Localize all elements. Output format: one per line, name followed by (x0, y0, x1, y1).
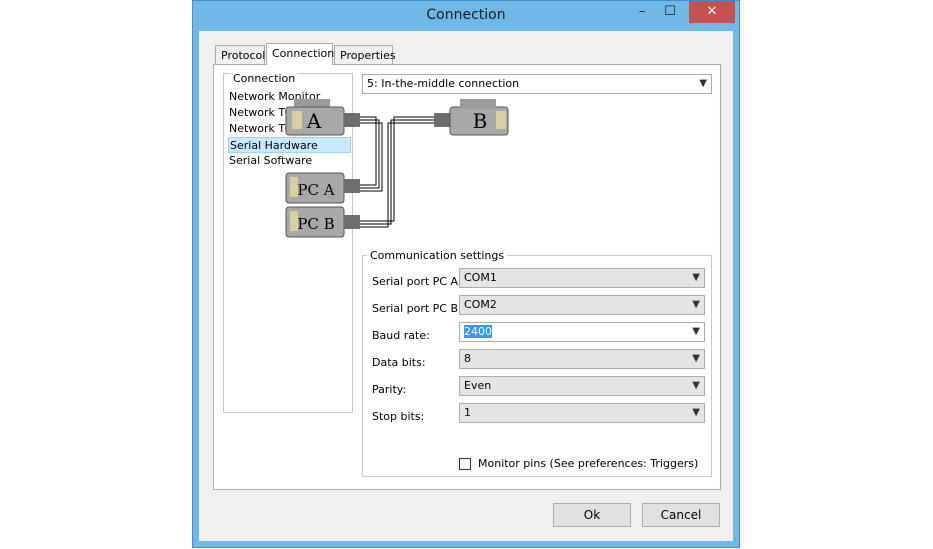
tab-connection[interactable]: Connection (266, 43, 334, 65)
connector-b-icon: B (434, 99, 509, 136)
connector-pc-a-icon: PC A (285, 172, 360, 204)
serial-port-a-select[interactable]: COM1 ▼ (459, 268, 705, 288)
connector-b-label: B (473, 109, 488, 133)
connection-list-legend: Connection (231, 72, 298, 85)
communication-settings-group: Communication settings Serial port PC A:… (362, 249, 712, 477)
ok-button[interactable]: Ok (553, 503, 631, 527)
cancel-button[interactable]: Cancel (642, 503, 720, 527)
chevron-down-icon: ▼ (692, 407, 700, 418)
baud-rate-label: Baud rate: (372, 329, 430, 342)
monitor-pins-label[interactable]: Monitor pins (See preferences: Triggers) (478, 457, 698, 470)
chevron-down-icon: ▼ (692, 272, 700, 283)
connection-mode-select[interactable]: 5: In-the-middle connection ▼ (362, 74, 712, 94)
communication-settings-legend: Communication settings (367, 249, 508, 262)
baud-rate-value: 2400 (464, 325, 492, 338)
baud-rate-select[interactable]: 2400 ▼ (459, 322, 705, 342)
connection-diagram: A B PC A PC B (285, 99, 509, 238)
stop-bits-label: Stop bits: (372, 410, 425, 423)
close-button[interactable]: ✕ (689, 1, 735, 23)
tab-protocol[interactable]: Protocol (215, 45, 265, 64)
connector-a-label: A (306, 109, 322, 133)
minimize-button[interactable]: – (629, 1, 655, 23)
stop-bits-select[interactable]: 1 ▼ (459, 403, 705, 423)
stop-bits-value: 1 (464, 406, 471, 419)
chevron-down-icon: ▼ (699, 78, 707, 89)
wire-bundle (360, 116, 434, 228)
chevron-down-icon: ▼ (692, 353, 700, 364)
chevron-down-icon: ▼ (692, 380, 700, 391)
tab-properties[interactable]: Properties (334, 45, 396, 64)
parity-label: Parity: (372, 383, 407, 396)
serial-port-b-select[interactable]: COM2 ▼ (459, 295, 705, 315)
data-bits-label: Data bits: (372, 356, 426, 369)
connection-dialog: Connection – ☐ ✕ Protocol Connection Pro… (192, 0, 740, 548)
serial-port-b-label: Serial port PC B: (372, 302, 462, 315)
connector-a-icon: A (285, 99, 360, 136)
connection-mode-value: 5: In-the-middle connection (367, 77, 520, 90)
pc-b-label: PC B (297, 215, 334, 233)
connection-tab-panel: Connection Network Monitor Network TCP C… (213, 64, 721, 490)
parity-select[interactable]: Even ▼ (459, 376, 705, 396)
dialog-client: Protocol Connection Properties Connectio… (199, 31, 733, 541)
chevron-down-icon: ▼ (692, 326, 700, 337)
parity-value: Even (464, 379, 492, 392)
serial-port-b-value: COM2 (464, 298, 497, 311)
data-bits-select[interactable]: 8 ▼ (459, 349, 705, 369)
serial-port-a-value: COM1 (464, 271, 497, 284)
pc-a-label: PC A (297, 181, 334, 199)
chevron-down-icon: ▼ (692, 299, 700, 310)
serial-port-a-label: Serial port PC A: (372, 275, 462, 288)
title-bar[interactable]: Connection – ☐ ✕ (193, 1, 739, 31)
monitor-pins-checkbox[interactable] (459, 458, 471, 470)
maximize-button[interactable]: ☐ (657, 1, 683, 23)
data-bits-value: 8 (464, 352, 471, 365)
connector-pc-b-icon: PC B (285, 206, 360, 238)
